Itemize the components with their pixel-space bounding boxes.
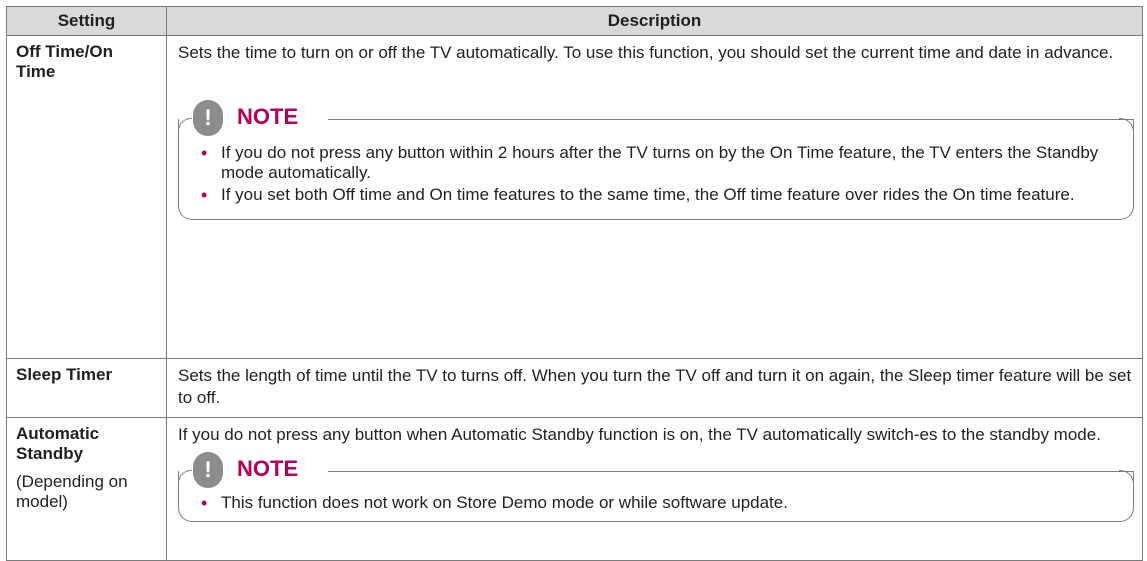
setting-note: (Depending on model) (16, 472, 128, 511)
bullet-icon: • (201, 185, 208, 205)
setting-cell: Sleep Timer (6, 358, 167, 418)
note-box: ! NOTE • This function does not work on S… (178, 452, 1134, 522)
description-text: If you do not press any button when Auto… (178, 425, 1101, 444)
list-item: • This function does not work on Store De… (199, 493, 1123, 513)
setting-name: Automatic Standby (16, 424, 100, 463)
setting-name: Off Time/On Time (16, 42, 113, 81)
bullet-icon: • (201, 143, 208, 163)
table-row: Off Time/On Time Sets the time to turn o… (6, 35, 1143, 359)
description-text: Sets the length of time until the TV to … (178, 366, 1132, 407)
header-row: Setting Description (6, 6, 1143, 36)
description-cell: Sets the time to turn on or off the TV a… (166, 35, 1143, 359)
description-cell: Sets the length of time until the TV to … (166, 358, 1143, 418)
list-item: • If you set both Off time and On time fe… (199, 185, 1123, 205)
list-item: • If you do not press any button within 2… (199, 143, 1123, 183)
table-row: Sleep Timer Sets the length of time unti… (6, 358, 1143, 418)
setting-name: Sleep Timer (16, 365, 113, 384)
note-item-text: If you do not press any button within 2 … (221, 143, 1099, 182)
setting-cell: Off Time/On Time (6, 35, 167, 359)
description-text: Sets the time to turn on or off the TV a… (178, 43, 1114, 62)
header-setting: Setting (6, 6, 167, 36)
note-item-text: If you set both Off time and On time fea… (221, 185, 1075, 204)
note-list: • If you do not press any button within 2… (199, 143, 1123, 205)
note-body: • This function does not work on Store De… (178, 470, 1134, 522)
description-cell: If you do not press any button when Auto… (166, 417, 1143, 561)
note-body: • If you do not press any button within 2… (178, 118, 1134, 220)
settings-table: Setting Description Off Time/On Time Set… (6, 6, 1143, 561)
bullet-icon: • (201, 493, 208, 513)
header-description: Description (166, 6, 1143, 36)
setting-cell: Automatic Standby (Depending on model) (6, 417, 167, 561)
table-row: Automatic Standby (Depending on model) I… (6, 417, 1143, 561)
note-box: ! NOTE • If you do not press any button w… (178, 100, 1134, 220)
note-item-text: This function does not work on Store Dem… (221, 493, 788, 512)
note-list: • This function does not work on Store De… (199, 493, 1123, 513)
